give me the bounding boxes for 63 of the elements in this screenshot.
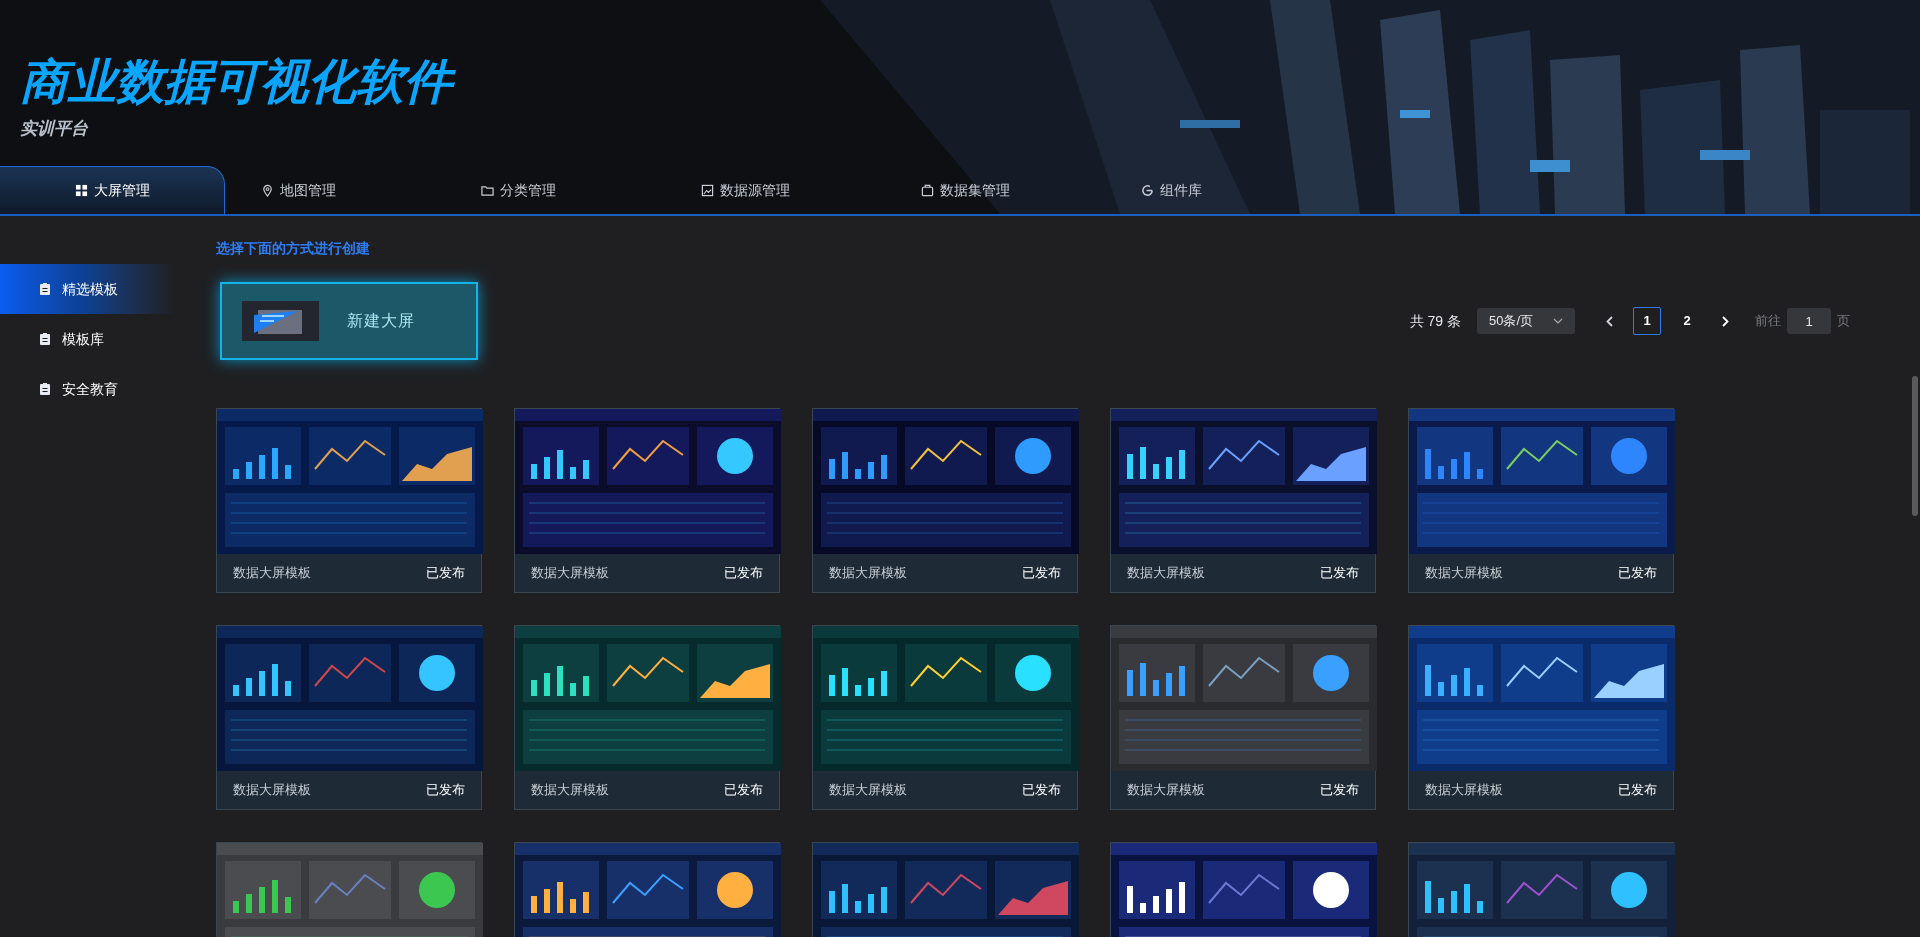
card-title: 数据大屏模板 [531,564,609,583]
page-number[interactable]: 2 [1673,307,1701,335]
chevron-down-icon [1553,318,1563,324]
card-title: 数据大屏模板 [233,781,311,800]
template-card[interactable]: 数据大屏模板 已发布 [812,408,1078,593]
box-icon [921,183,934,197]
clipboard-icon [40,283,50,295]
card-status: 已发布 [426,781,465,800]
page-number[interactable]: 1 [1633,307,1661,335]
page-size-select[interactable]: 50条/页 [1477,308,1575,334]
clipboard-icon [40,333,50,345]
clipboard-icon [40,383,50,395]
template-card[interactable]: 数据大屏模板 已发布 [1408,408,1674,593]
nav-tab[interactable]: 大屏管理 [0,166,225,214]
template-card[interactable]: 数据大屏模板 已发布 [216,408,482,593]
card-status: 已发布 [1022,781,1061,800]
template-card[interactable]: 数据大屏模板 已发布 [514,408,780,593]
card-title: 数据大屏模板 [1127,781,1205,800]
card-title: 数据大屏模板 [1127,564,1205,583]
card-title: 数据大屏模板 [1425,781,1503,800]
card-status: 已发布 [1022,564,1061,583]
sidebar-item[interactable]: 模板库 [0,314,175,364]
card-status: 已发布 [1618,564,1657,583]
app-subtitle: 实训平台 [20,118,88,140]
card-status: 已发布 [1618,781,1657,800]
nav-tab[interactable]: 地图管理 [225,166,445,214]
scrollbar[interactable] [1912,376,1918,516]
app-title: 商业数据可视化软件 [20,50,466,114]
chevron-right-icon [1721,315,1729,327]
template-card[interactable]: 数据大屏模板 已发布 [1110,408,1376,593]
card-title: 数据大屏模板 [531,781,609,800]
template-card[interactable]: 数据大屏模板 已发布 [1408,625,1674,810]
nav-tab[interactable]: 组件库 [1105,166,1305,214]
card-title: 数据大屏模板 [829,564,907,583]
location-pin-icon [261,183,274,197]
image-icon [701,183,714,197]
card-status: 已发布 [724,564,763,583]
new-screen-button[interactable]: 新建大屏 [220,282,478,360]
card-status: 已发布 [426,564,465,583]
sidebar-item[interactable]: 安全教育 [0,364,175,414]
goto-label: 前往 [1755,312,1781,331]
folder-icon [481,183,494,197]
nav-tab[interactable]: 分类管理 [445,166,665,214]
template-card[interactable]: 数据大屏模板 已发布 [216,625,482,810]
total-count: 共 79 条 [1409,311,1461,331]
grid-icon [74,184,88,197]
sidebar-item[interactable]: 精选模板 [0,264,175,314]
section-heading: 选择下面的方式进行创建 [216,239,370,258]
template-card[interactable]: 数据大屏模板 已发布 [812,625,1078,810]
nav-tab[interactable]: 数据集管理 [885,166,1105,214]
card-title: 数据大屏模板 [233,564,311,583]
card-title: 数据大屏模板 [1425,564,1503,583]
card-status: 已发布 [724,781,763,800]
template-card[interactable]: 数据大屏模板 已发布 [514,625,780,810]
card-status: 已发布 [1320,781,1359,800]
nav-tab[interactable]: 数据源管理 [665,166,885,214]
chevron-left-icon [1605,315,1613,327]
card-title: 数据大屏模板 [829,781,907,800]
card-status: 已发布 [1320,564,1359,583]
goto-page-field[interactable]: 1 [1787,308,1831,334]
goto-suffix: 页 [1837,312,1850,331]
template-card[interactable]: 数据大屏模板 已发布 [1110,625,1376,810]
screen-card-icon [242,301,319,341]
